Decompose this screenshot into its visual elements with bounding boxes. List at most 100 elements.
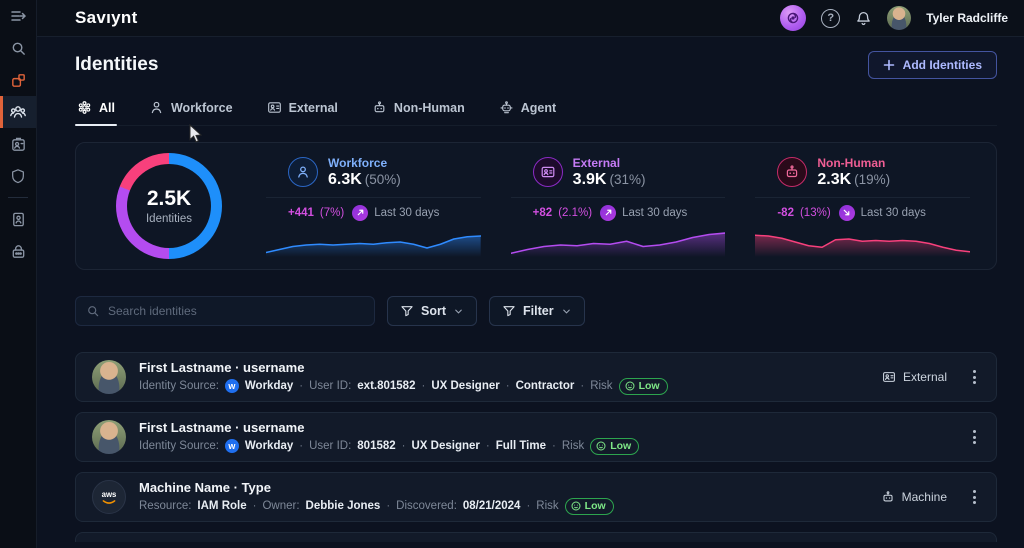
sort-button[interactable]: Sort	[387, 296, 477, 326]
sidebar-divider	[8, 197, 28, 198]
tab-external[interactable]: External	[265, 97, 340, 125]
risk-low-badge: Low	[619, 378, 668, 395]
agent-icon	[499, 100, 514, 115]
row-menu-button[interactable]	[969, 366, 980, 387]
shield-icon	[10, 168, 26, 184]
search-box[interactable]	[75, 296, 375, 326]
separator: ·	[299, 440, 303, 452]
user-id-value: 801582	[357, 440, 395, 452]
identities-icon	[9, 103, 27, 121]
delta-value: +441	[288, 207, 314, 219]
plus-icon	[883, 59, 895, 71]
delta-value: -82	[777, 207, 794, 219]
user-id-label: User ID:	[309, 440, 351, 452]
aws-logo: aws	[92, 480, 126, 514]
menu-expand-icon[interactable]	[0, 0, 36, 32]
search-icon	[10, 40, 27, 57]
separator: ·	[421, 380, 425, 392]
ai-assistant-button[interactable]	[780, 5, 806, 31]
help-button[interactable]: ?	[821, 9, 840, 28]
divider	[755, 197, 970, 198]
smiley-icon	[625, 381, 635, 391]
ai-swirl-icon	[786, 11, 800, 25]
sidebar	[0, 0, 37, 548]
separator: ·	[580, 380, 584, 392]
main-content: Identities Add Identities All Workforce	[37, 37, 1024, 548]
job-title: UX Designer	[431, 380, 499, 392]
machine-title: Machine Name · Type	[139, 480, 614, 495]
smiley-icon	[571, 501, 581, 511]
robot-icon	[881, 490, 895, 504]
identities-summary-card: 2.5K Identities Workforce 6.3K(50%)	[75, 142, 997, 270]
source-value: Workday	[245, 380, 293, 392]
delta-percent: (2.1%)	[558, 207, 592, 219]
separator: ·	[253, 500, 257, 512]
search-input[interactable]	[108, 304, 364, 318]
filter-button[interactable]: Filter	[489, 296, 585, 326]
external-sparkline	[511, 227, 726, 257]
identity-avatar	[92, 420, 126, 454]
risk-label: Risk	[590, 380, 612, 392]
sidebar-item-shield[interactable]	[0, 160, 36, 192]
funnel-icon	[502, 304, 516, 318]
separator: ·	[386, 500, 390, 512]
total-identities-label: Identities	[146, 213, 192, 225]
divider	[266, 197, 481, 198]
delta-percent: (13%)	[800, 207, 831, 219]
risk-low-badge: Low	[565, 498, 614, 515]
user-id-value: ext.801582	[357, 380, 415, 392]
funnel-icon	[400, 304, 414, 318]
notifications-button[interactable]	[855, 10, 872, 27]
sidebar-item-integrations[interactable]	[0, 64, 36, 96]
lock-icon	[10, 243, 27, 260]
sidebar-item-search[interactable]	[0, 32, 36, 64]
row-menu-button[interactable]	[969, 486, 980, 507]
trend-period: Last 30 days	[374, 207, 439, 219]
id-badge-icon	[10, 136, 27, 153]
saviynt-logo: Savıynt	[75, 8, 138, 28]
owner-value: Debbie Jones	[306, 500, 381, 512]
separator: ·	[402, 440, 406, 452]
robot-icon	[372, 100, 387, 115]
separator: ·	[486, 440, 490, 452]
topbar: Savıynt ? Tyler Radcliffe	[37, 0, 1024, 37]
tab-non-human[interactable]: Non-Human	[370, 97, 467, 125]
identity-row[interactable]: First Lastname · username Identity Sourc…	[75, 412, 997, 462]
user-avatar[interactable]	[887, 6, 911, 30]
search-icon	[86, 304, 100, 318]
app-window: Savıynt ? Tyler Radcliffe Identities Add	[0, 0, 1024, 548]
all-identities-icon	[77, 100, 92, 115]
identities-donut-chart: 2.5K Identities	[116, 153, 222, 259]
source-label: Identity Source:	[139, 380, 219, 392]
delta-percent: (7%)	[320, 207, 344, 219]
smiley-icon	[596, 441, 606, 451]
separator: ·	[299, 380, 303, 392]
discovered-label: Discovered:	[396, 500, 457, 512]
separator: ·	[526, 500, 530, 512]
tab-agent[interactable]: Agent	[497, 97, 558, 125]
workday-icon: w	[225, 439, 239, 453]
stat-non-human: Non-Human 2.3K(19%) -82 (13%) Last 30 da…	[747, 156, 978, 257]
add-identities-button[interactable]: Add Identities	[868, 51, 997, 79]
page-title: Identities	[75, 54, 158, 76]
list-toolbar: Sort Filter	[75, 296, 997, 326]
external-badge-icon	[882, 370, 896, 384]
tab-all[interactable]: All	[75, 97, 117, 125]
risk-label: Risk	[536, 500, 558, 512]
source-label: Identity Source:	[139, 440, 219, 452]
tab-workforce[interactable]: Workforce	[147, 97, 235, 125]
sidebar-item-vault[interactable]	[0, 235, 36, 267]
trend-up-icon	[600, 205, 616, 221]
sidebar-item-reports[interactable]	[0, 203, 36, 235]
risk-label: Risk	[562, 440, 584, 452]
sidebar-item-identities[interactable]	[0, 96, 36, 128]
identity-row[interactable]: First Lastname · username Identity Sourc…	[75, 352, 997, 402]
user-id-label: User ID:	[309, 380, 351, 392]
row-menu-button[interactable]	[969, 426, 980, 447]
sidebar-item-credentials[interactable]	[0, 128, 36, 160]
trend-up-icon	[352, 205, 368, 221]
identity-tabs: All Workforce External Non-Human Agent	[75, 97, 997, 126]
machine-row[interactable]: aws Machine Name · Type Resource: IAM Ro…	[75, 472, 997, 522]
divider	[511, 197, 726, 198]
external-badge-icon	[267, 100, 282, 115]
